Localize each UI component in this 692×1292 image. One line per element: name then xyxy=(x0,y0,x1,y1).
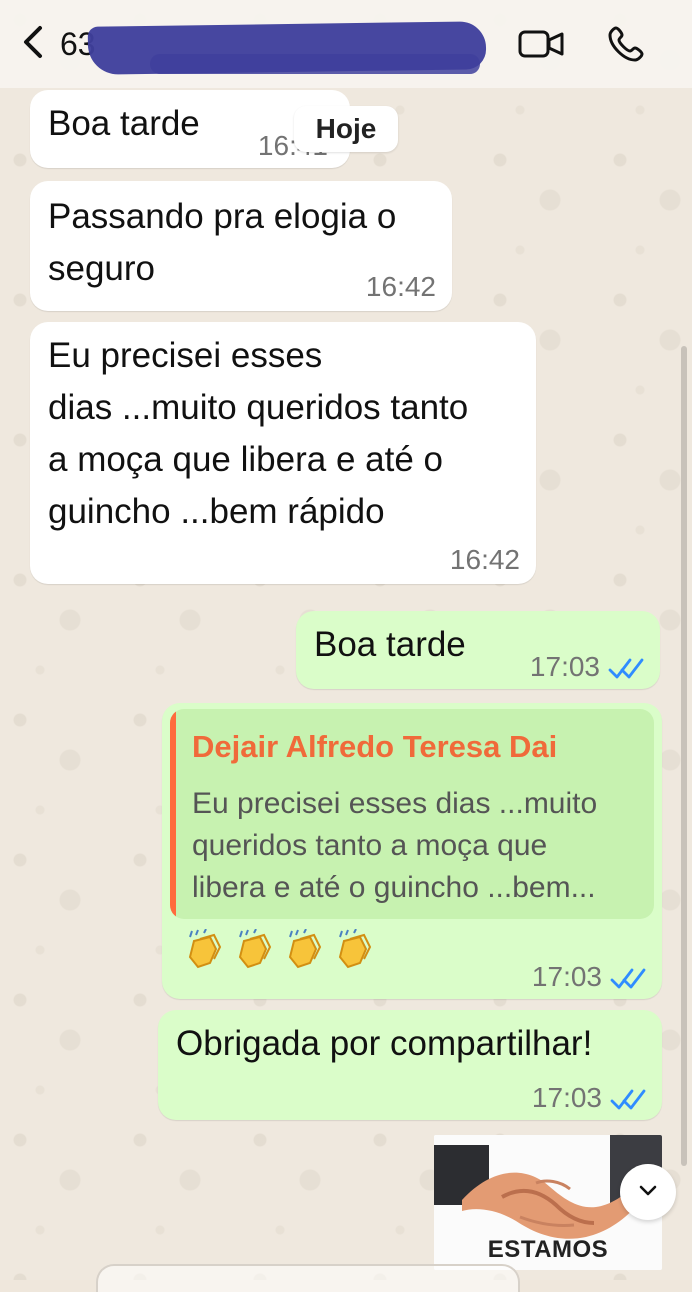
clapping-hands-icon xyxy=(282,928,326,973)
quote-text: Eu precisei esses dias ...muito queridos… xyxy=(192,787,598,904)
clapping-hands-icon xyxy=(182,928,226,973)
redaction-mark xyxy=(150,54,480,74)
message-bubble-outgoing[interactable]: Obrigada por compartilhar! 17:03 xyxy=(158,1010,662,1120)
message-bubble-incoming[interactable]: Eu precisei esses dias ...muito queridos… xyxy=(30,322,536,584)
quote-author: Dejair Alfredo Teresa Dai xyxy=(192,729,558,764)
message-meta: 16:42 xyxy=(450,544,520,576)
message-text: Eu precisei esses dias ...muito queridos… xyxy=(48,336,469,531)
double-check-icon xyxy=(610,1086,648,1110)
sticker-caption: ESTAMOS xyxy=(487,1236,609,1263)
video-call-icon[interactable] xyxy=(518,28,566,60)
quoted-message[interactable]: Dejair Alfredo Teresa Dai Eu precisei es… xyxy=(170,709,654,919)
double-check-icon xyxy=(610,965,648,989)
scrollbar[interactable] xyxy=(681,346,687,1166)
clapping-hands-icon xyxy=(232,928,276,973)
message-meta: 17:03 xyxy=(530,651,646,683)
message-time: 16:42 xyxy=(449,544,520,575)
composer-bar[interactable] xyxy=(96,1264,520,1292)
chevron-down-icon xyxy=(636,1178,660,1207)
emoji-row xyxy=(182,928,376,973)
chevron-left-icon[interactable] xyxy=(14,22,54,62)
quote-accent-bar xyxy=(170,709,176,919)
message-text: Boa tarde xyxy=(48,104,200,143)
message-meta: 17:03 xyxy=(532,1082,648,1114)
date-chip: Hoje xyxy=(294,106,398,152)
message-meta: 16:42 xyxy=(366,271,436,303)
message-time: 17:03 xyxy=(529,651,600,682)
message-text: Boa tarde xyxy=(314,625,466,664)
chat-header: 63 xyxy=(0,0,692,88)
message-time: 17:03 xyxy=(531,961,602,992)
message-bubble-outgoing[interactable]: Boa tarde 17:03 xyxy=(296,611,660,689)
message-bubble-outgoing-reply[interactable]: Dejair Alfredo Teresa Dai Eu precisei es… xyxy=(162,703,662,999)
scroll-down-button[interactable] xyxy=(620,1164,676,1220)
clapping-hands-icon xyxy=(332,928,376,973)
message-time: 17:03 xyxy=(531,1082,602,1113)
message-meta: 17:03 xyxy=(532,961,648,993)
message-bubble-incoming[interactable]: Passando pra elogia o seguro 16:42 xyxy=(30,181,452,311)
message-text: Obrigada por compartilhar! xyxy=(176,1024,593,1063)
message-time: 16:42 xyxy=(365,271,436,302)
phone-icon[interactable] xyxy=(606,24,646,64)
double-check-icon xyxy=(608,655,646,679)
